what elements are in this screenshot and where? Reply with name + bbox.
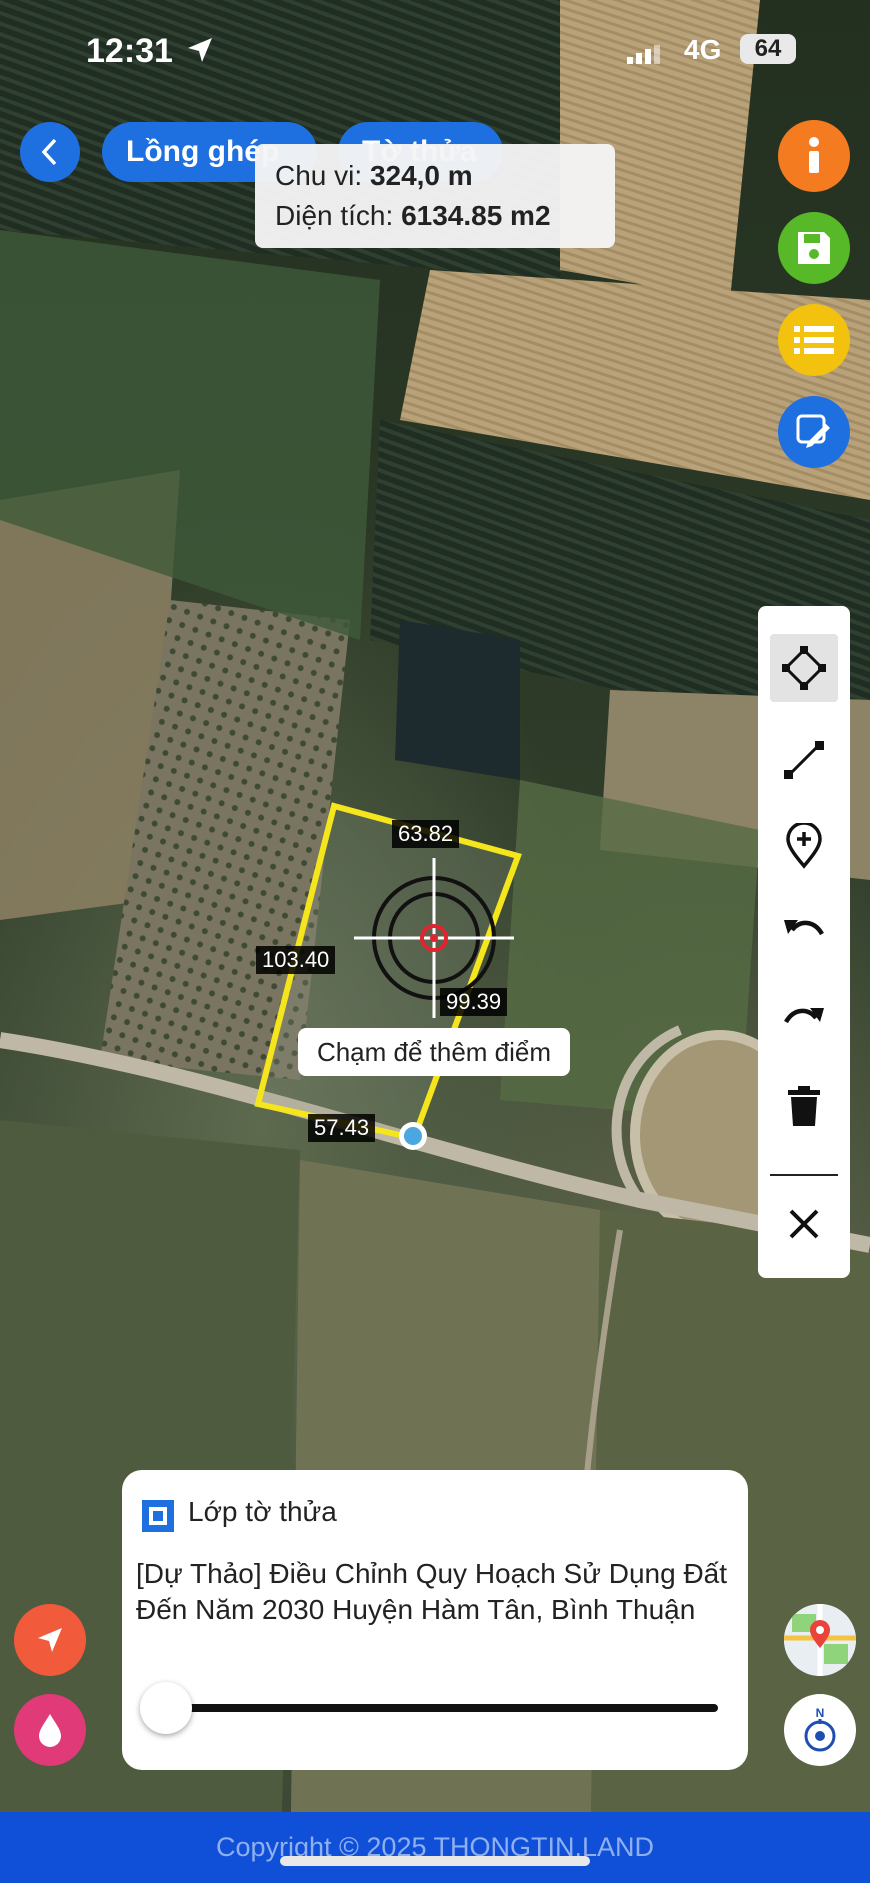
perimeter-label: Chu vi: [275,160,363,191]
edit-icon [796,414,830,448]
draw-toolbar [758,606,850,1278]
list-button[interactable] [778,304,850,376]
delete-tool[interactable] [770,1072,838,1140]
save-button[interactable] [778,212,850,284]
line-icon [784,741,824,779]
signal-icon [627,45,660,64]
list-icon [794,326,834,354]
line-tool[interactable] [770,726,838,794]
toolbar-divider [770,1174,838,1176]
compass-button[interactable]: N [784,1694,856,1766]
redo-tool[interactable] [770,984,838,1052]
layer-description: [Dự Thảo] Điều Chỉnh Quy Hoạch Sử Dụng Đ… [136,1558,728,1625]
undo-tool[interactable] [770,896,838,964]
polygon-tool[interactable] [770,634,838,702]
status-time: 12:31 [86,32,173,70]
edit-button[interactable] [778,396,850,468]
water-button[interactable] [14,1694,86,1766]
perimeter-value: 324,0 m [369,160,473,191]
add-point-icon [786,823,822,869]
edge-length-left: 103.40 [256,946,336,974]
save-icon [798,232,830,264]
close-icon [789,1209,819,1239]
edge-length-bottom: 57.43 [308,1114,376,1142]
polygon-icon [782,646,826,690]
map-type-button[interactable] [784,1604,856,1676]
layer-panel: Lớp tờ thửa [Dự Thảo] Điều Chỉnh Quy Hoạ… [122,1470,748,1770]
water-drop-icon [39,1714,61,1747]
locate-button[interactable] [14,1604,86,1676]
network-type: 4G [684,34,722,65]
add-point-tool[interactable] [770,812,838,880]
layer-title: Lớp tờ thửa [188,1496,337,1527]
battery-level: 64 [740,34,796,64]
compass-icon: N [804,1706,836,1752]
opacity-slider-thumb[interactable] [140,1682,192,1734]
compass-north-label: N [816,1706,825,1720]
close-tool[interactable] [770,1190,838,1258]
vertex-marker-icon [399,1122,427,1150]
measurement-box: Chu vi: 324,0 m Diện tích: 6134.85 m2 [255,144,615,248]
layer-checkbox[interactable] [142,1500,174,1532]
opacity-slider-track[interactable] [168,1704,718,1712]
footer: Copyright © 2025 THONGTIN.LAND [0,1812,870,1883]
area-value: 6134.85 m2 [401,200,551,231]
home-indicator[interactable] [280,1856,590,1866]
chevron-left-icon [41,138,57,166]
info-button[interactable] [778,120,850,192]
status-bar: 12:31 4G 64 [0,30,870,74]
locate-icon [38,1628,62,1652]
info-icon [809,137,819,173]
tap-hint: Chạm để thêm điểm [298,1028,570,1076]
edge-length-top: 63.82 [392,820,460,848]
area-label: Diện tích: [275,200,394,231]
edge-length-right: 99.39 [440,988,508,1016]
back-button[interactable] [20,122,80,182]
undo-icon [784,920,824,936]
delete-icon [788,1086,820,1126]
redo-icon [784,1008,824,1024]
map-icon [784,1604,856,1676]
location-arrow-icon [188,38,212,62]
